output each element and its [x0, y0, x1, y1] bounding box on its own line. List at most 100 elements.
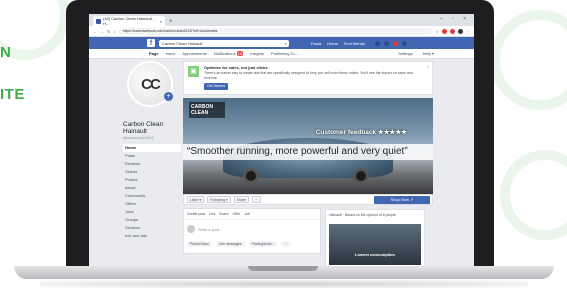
page-nav-reviews[interactable]: Reviews — [123, 160, 181, 168]
forward-icon[interactable]: → — [100, 29, 104, 34]
nav-find-friends[interactable]: Find friends — [344, 41, 365, 46]
tab-insights[interactable]: Insights — [250, 51, 264, 56]
extension-icon[interactable] — [442, 28, 447, 34]
create-post-tab[interactable]: Create post — [187, 212, 205, 216]
page-nav-videos[interactable]: Videos — [123, 168, 181, 176]
nav-home[interactable]: Home — [327, 41, 338, 46]
reload-icon[interactable]: ↻ — [107, 29, 110, 34]
top-icons — [374, 40, 407, 46]
page-nav-jobs[interactable]: Jobs — [123, 208, 181, 216]
search-value: Carbon Clean Hainault — [162, 40, 203, 46]
rating-line: Hainault · Based on the opinion of 6 peo… — [329, 213, 397, 217]
extension-icon[interactable] — [458, 28, 463, 34]
nav-profile[interactable]: Paula — [311, 41, 321, 46]
page-nav-offers[interactable]: Offers — [123, 200, 181, 208]
tab-settings[interactable]: Settings — [398, 51, 412, 56]
rating-card: Hainault · Based on the opinion of 6 peo… — [325, 209, 425, 266]
background-ring — [490, 10, 567, 110]
more-options-button[interactable]: ··· — [281, 241, 291, 247]
address-bar-row: ← → ↻ ⌂ https://www.facebook.com/carbonc… — [89, 26, 474, 37]
page-nav-about[interactable]: About — [123, 184, 181, 192]
composer-options: Photo/Video Get messages Feeling/Activ..… — [184, 238, 320, 250]
tab-appointments[interactable]: Appointments — [182, 51, 206, 56]
photo-video-button[interactable]: Photo/Video — [187, 241, 213, 247]
job-tab[interactable]: Job — [244, 212, 250, 216]
messenger-icon[interactable] — [383, 40, 389, 46]
get-started-button[interactable]: Get Started — [204, 83, 228, 90]
tab-publishing-tools[interactable]: Publishing To... — [271, 51, 298, 56]
notice-title: Optimise for sales, not just clicks — [204, 65, 268, 70]
laptop-shadow — [40, 280, 528, 288]
hero-heading-line-1: N — [0, 44, 12, 61]
facebook-top-bar: f Carbon Clean Hainault ⌕ Paula Home Fin… — [89, 37, 474, 49]
share-button[interactable]: Share — [233, 196, 249, 203]
tab-notifications-label: Notifications — [213, 51, 236, 56]
background-ring — [500, 150, 567, 240]
offer-tab[interactable]: Offer — [232, 212, 240, 216]
facebook-logo-icon[interactable]: f — [147, 39, 155, 47]
page-nav-community[interactable]: Community — [123, 192, 181, 200]
cover-logo: CARBON CLEAN — [189, 102, 225, 118]
side-card-caption: Lowest consumption — [355, 252, 395, 257]
extension-icon[interactable] — [450, 28, 455, 34]
page-nav-home[interactable]: Home — [123, 144, 181, 152]
back-icon[interactable]: ← — [93, 29, 97, 34]
close-icon[interactable]: × — [427, 64, 429, 69]
get-messages-button[interactable]: Get messages — [216, 241, 245, 247]
star-icon[interactable]: ☆ — [435, 29, 439, 34]
help-icon[interactable] — [401, 40, 407, 46]
page-handle: @carbonclean2013 — [123, 136, 154, 140]
tab-inbox[interactable]: Inbox — [166, 51, 176, 56]
ads-notice: ▣ Optimise for sales, not just clicks Th… — [183, 61, 433, 95]
page-actions: Liked ▾ Following ▾ Share ··· Shop Now ↗ — [183, 194, 433, 205]
notifications-icon[interactable] — [392, 40, 398, 46]
page-nav-services[interactable]: Services — [123, 224, 181, 232]
liked-button[interactable]: Liked ▾ — [187, 196, 205, 203]
laptop-screen: (18) Carbon Clean Hainault - H... × + – … — [89, 14, 474, 266]
tab-help[interactable]: Help ▾ — [423, 51, 434, 56]
search-input[interactable]: Carbon Clean Hainault ⌕ — [159, 39, 289, 47]
page-name: Carbon Clean Hainault — [123, 121, 164, 135]
event-tab[interactable]: Event — [220, 212, 229, 216]
side-card-image[interactable]: Lowest consumption — [329, 224, 421, 265]
page-nav-groups[interactable]: Groups — [123, 216, 181, 224]
home-icon[interactable]: ⌂ — [113, 29, 115, 34]
composer-placeholder[interactable]: Write a post... — [198, 227, 223, 232]
window-controls[interactable]: – ▫ × — [440, 16, 470, 22]
page-nav-info-ads[interactable]: Info and ads — [123, 232, 181, 240]
profile-picture[interactable]: CC + — [127, 61, 173, 107]
menu-icon[interactable]: ⋮ — [466, 29, 470, 34]
laptop-notch — [248, 266, 318, 271]
page-content: CC + Carbon Clean Hainault @carbonclean2… — [89, 59, 474, 266]
cover-photo[interactable]: CARBON CLEAN Customer feedback ★★★★★ “Sm… — [183, 98, 433, 194]
notifications-badge: 16 — [236, 51, 244, 56]
car-wheel — [243, 168, 259, 184]
live-tab[interactable]: Live — [209, 212, 215, 216]
avatar — [187, 225, 195, 233]
tab-page[interactable]: Page — [149, 51, 159, 56]
composer-input-row[interactable]: Write a post... — [184, 220, 320, 238]
page-tabs: Page Inbox Appointments Notifications 16… — [89, 49, 474, 59]
composer-tabs: Create post Live Event Offer Job — [184, 209, 320, 220]
feeling-activity-button[interactable]: Feeling/Activ... — [248, 241, 278, 247]
url-input[interactable]: https://www.facebook.com/carbonclean2013… — [118, 27, 433, 35]
add-photo-icon[interactable]: + — [164, 92, 173, 101]
shop-now-button[interactable]: Shop Now ↗ — [374, 195, 430, 204]
more-button[interactable]: ··· — [251, 196, 262, 203]
browser-tab-bar: (18) Carbon Clean Hainault - H... × + – … — [89, 14, 474, 26]
close-tab-icon[interactable]: × — [160, 19, 162, 24]
page-nav-posts[interactable]: Posts — [123, 152, 181, 160]
browser-tab[interactable]: (18) Carbon Clean Hainault - H... × — [93, 16, 165, 26]
friends-icon[interactable] — [374, 40, 380, 46]
following-button[interactable]: Following ▾ — [207, 196, 231, 203]
search-icon[interactable]: ⌕ — [285, 40, 287, 47]
shopping-bag-icon: ▣ — [188, 66, 199, 77]
left-column: CC + Carbon Clean Hainault @carbonclean2… — [123, 59, 181, 240]
tab-notifications[interactable]: Notifications 16 — [213, 51, 244, 56]
notice-body: There's an easier way to create ads that… — [204, 71, 413, 80]
profile-logo-text: CC — [141, 75, 161, 93]
page-nav-photos[interactable]: Photos — [123, 176, 181, 184]
extensions: ☆ ⋮ — [435, 28, 470, 34]
new-tab-button[interactable]: + — [169, 19, 173, 25]
tab-title: (18) Carbon Clean Hainault - H... — [103, 16, 155, 26]
